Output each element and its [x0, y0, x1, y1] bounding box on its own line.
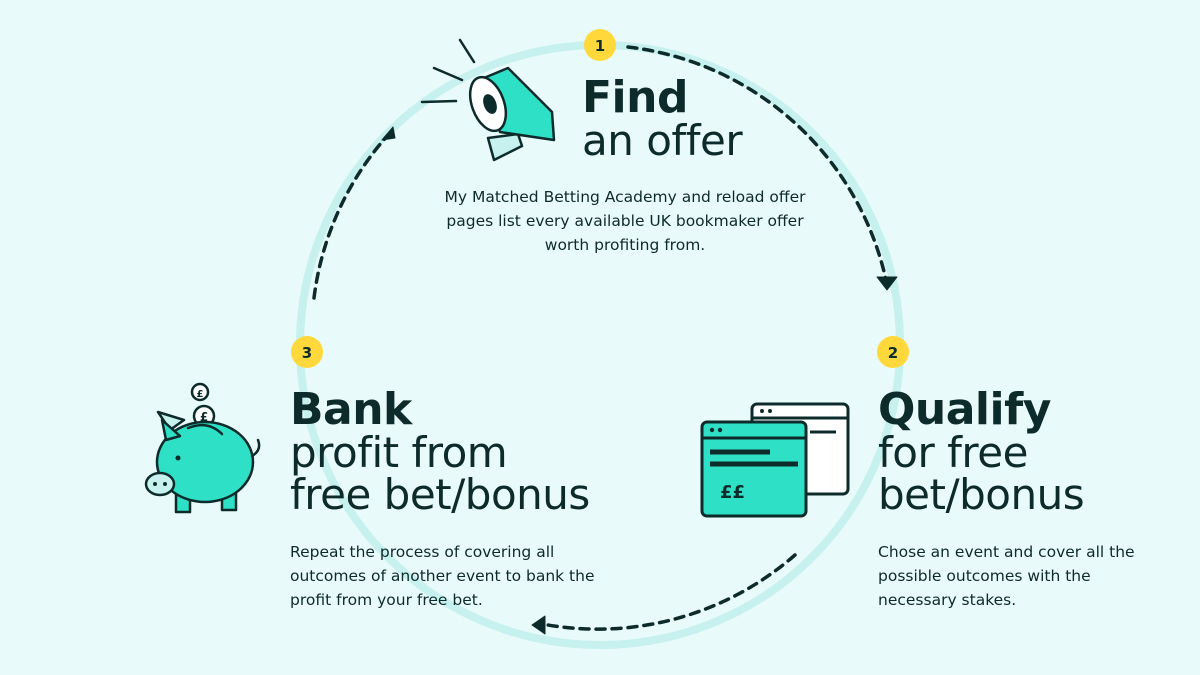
svg-text:2: 2 [888, 344, 898, 362]
step-2-subheading-line-1: for free [878, 428, 1028, 477]
browser-windows-icon: ££ [700, 402, 850, 518]
step-badge-1: 1 [584, 29, 616, 61]
svg-text:££: ££ [720, 482, 745, 503]
step-1-description: My Matched Betting Academy and reload of… [444, 188, 806, 254]
svg-text:£: £ [197, 389, 204, 400]
megaphone-icon [420, 38, 556, 162]
step-3-description: Repeat the process of covering all outco… [290, 543, 595, 609]
step-3-title: Bank profit from free bet/bonus [290, 388, 590, 516]
step-2-heading: Qualify [878, 384, 1051, 435]
step-badge-2: 2 [877, 336, 909, 368]
piggy-bank-icon: £ £ [144, 382, 261, 514]
step-badge-3: 3 [291, 336, 323, 368]
step-2-subheading-line-2: bet/bonus [878, 470, 1085, 519]
arrowhead-2-to-3-icon [531, 615, 546, 635]
step-2-description: Chose an event and cover all the possibl… [878, 543, 1135, 609]
step-1-subheading: an offer [582, 116, 743, 165]
step-2-title: Qualify for free bet/bonus [878, 384, 1085, 519]
svg-text:3: 3 [302, 344, 312, 362]
step-1-heading: Find [582, 72, 688, 123]
step-1-title: Find an offer [582, 72, 743, 165]
step-3-subheading-line-1: profit from [290, 428, 508, 477]
step-3-heading: Bank [290, 384, 412, 435]
svg-text:1: 1 [595, 37, 605, 55]
step-3-subheading-line-2: free bet/bonus [290, 470, 590, 519]
matched-betting-cycle-diagram: 1 2 3 ££ £ £ Find an offer My Matched Be… [0, 0, 1200, 675]
